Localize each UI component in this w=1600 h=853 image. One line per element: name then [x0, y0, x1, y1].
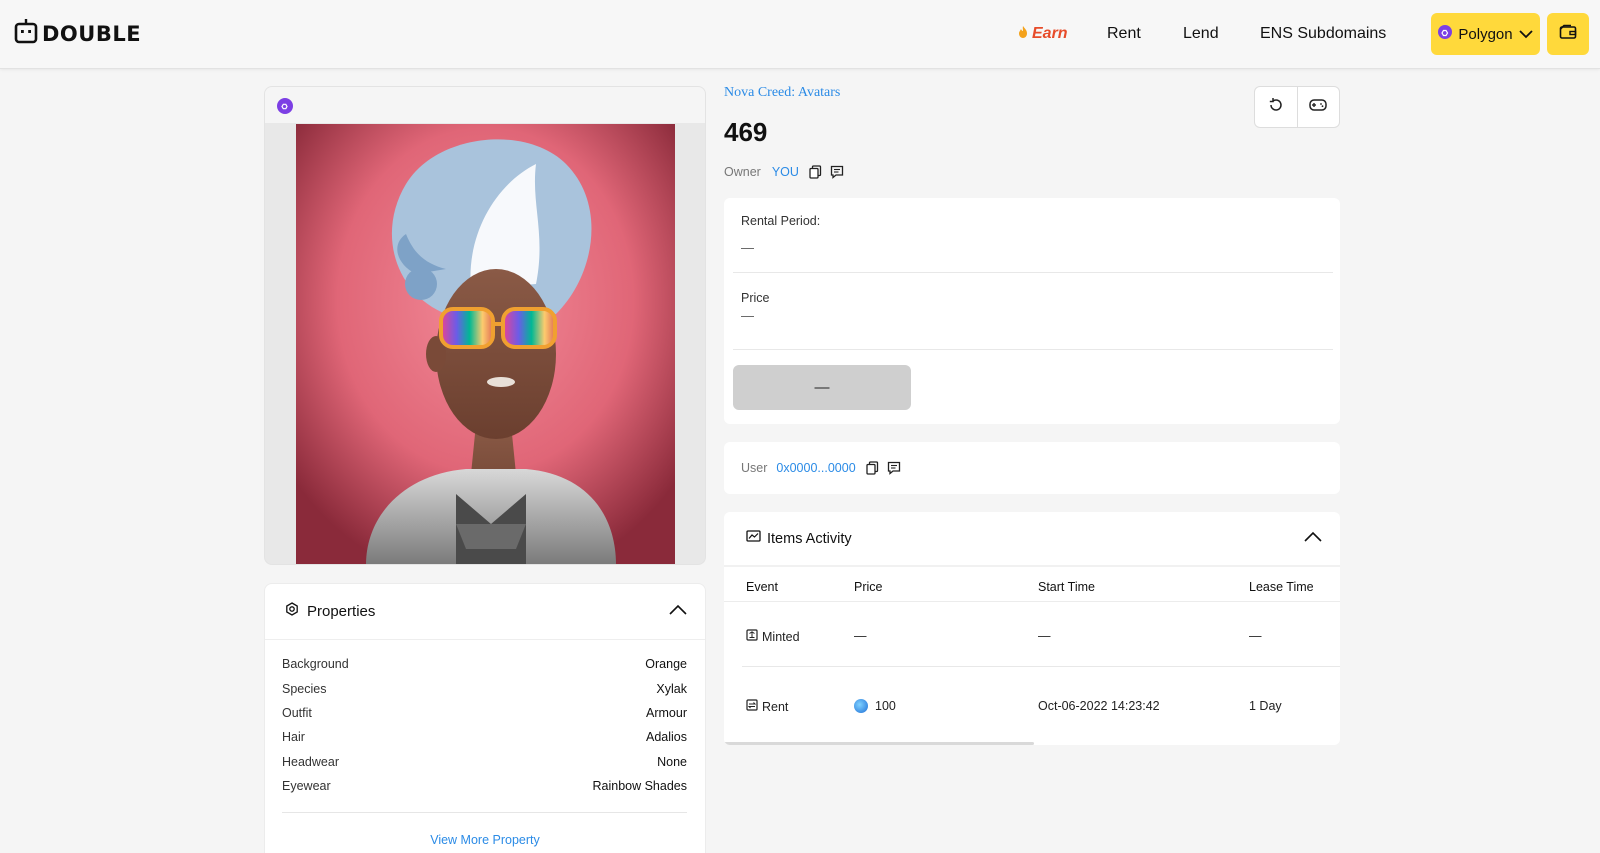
property-list: Background Orange Species Xylak Outfit A… — [265, 640, 705, 798]
property-key: Headwear — [282, 754, 339, 769]
event-label: Rent — [762, 699, 789, 714]
event-cell: Minted — [746, 629, 800, 644]
token-id: 469 — [724, 117, 768, 147]
refresh-icon — [1268, 97, 1284, 118]
property-row: Background Orange — [265, 652, 705, 676]
column-header-start-time: Start Time — [1038, 580, 1095, 594]
column-header-price: Price — [854, 580, 883, 594]
nft-tools — [1254, 86, 1340, 128]
price-value: — — [741, 308, 754, 323]
property-key: Outfit — [282, 705, 312, 720]
properties-divider — [282, 812, 687, 814]
fire-icon — [1016, 25, 1030, 44]
chevron-down-icon — [1518, 26, 1533, 43]
copy-icon[interactable] — [866, 461, 879, 475]
network-selector-button[interactable]: Polygon — [1431, 13, 1540, 55]
property-row: Species Xylak — [265, 676, 705, 700]
column-header-event: Event — [746, 580, 778, 594]
property-value: Adalios — [646, 730, 687, 745]
properties-title: Properties — [307, 603, 376, 620]
activity-chart-icon — [746, 529, 761, 548]
activity-title: Items Activity — [767, 530, 852, 547]
items-activity-card: Items Activity Event Price Start Time Le… — [724, 512, 1340, 745]
image-card-toolbar — [265, 87, 705, 123]
nav-earn[interactable]: Earn — [1016, 0, 1068, 68]
property-key: Background — [282, 657, 349, 672]
price-cell: — — [854, 629, 867, 643]
property-value: Orange — [645, 657, 687, 672]
message-icon[interactable] — [830, 165, 844, 179]
column-header-lease-time: Lease Time — [1249, 580, 1314, 594]
activity-header[interactable]: Items Activity — [724, 512, 1340, 567]
wallet-button[interactable] — [1547, 13, 1589, 55]
logo[interactable]: DOUBLE — [14, 18, 141, 49]
property-value: None — [657, 754, 687, 769]
polygon-chain-icon — [277, 98, 293, 114]
lease-time-cell: 1 Day — [1249, 699, 1282, 713]
chevron-up-icon[interactable] — [669, 603, 687, 621]
polygon-icon — [1438, 25, 1453, 43]
owner-value[interactable]: YOU — [772, 165, 799, 179]
collection-link[interactable]: Nova Creed: Avatars — [724, 85, 840, 101]
rent-swap-icon — [746, 699, 758, 714]
top-header: DOUBLE Earn Rent Lend ENS Subdomains Pol… — [0, 0, 1600, 69]
property-key: Hair — [282, 730, 305, 745]
properties-header[interactable]: Properties — [265, 584, 705, 640]
property-key: Eyewear — [282, 779, 331, 794]
property-value: Xylak — [656, 681, 687, 696]
properties-card: Properties Background Orange Species Xyl… — [264, 583, 706, 853]
property-key: Species — [282, 681, 327, 696]
robot-logo-icon — [14, 18, 38, 49]
user-label: User — [741, 461, 768, 475]
event-label: Minted — [762, 629, 800, 644]
rent-action-button[interactable]: — — [733, 365, 911, 410]
nav-lend[interactable]: Lend — [1183, 0, 1219, 68]
divider — [733, 272, 1333, 273]
view-more-property-link[interactable]: View More Property — [265, 833, 705, 847]
refresh-button[interactable] — [1255, 87, 1297, 127]
rental-period-value: — — [741, 240, 754, 255]
table-header-divider — [724, 601, 1340, 602]
nav-ens-subdomains[interactable]: ENS Subdomains — [1260, 0, 1386, 68]
game-button[interactable] — [1296, 87, 1340, 127]
price-cell: 100 — [854, 699, 896, 713]
property-row: Hair Adalios — [265, 725, 705, 749]
user-card: User 0x0000...0000 — [724, 442, 1340, 494]
divider — [733, 349, 1333, 350]
property-row: Headwear None — [265, 750, 705, 774]
owner-line: Owner YOU — [724, 165, 852, 179]
network-label: Polygon — [1458, 25, 1513, 43]
token-coin-icon — [854, 699, 868, 713]
nav-rent[interactable]: Rent — [1107, 0, 1141, 68]
start-time-cell: Oct-06-2022 14:23:42 — [1038, 699, 1160, 713]
settings-hexagon-icon — [285, 602, 299, 621]
rental-period-label: Rental Period: — [741, 214, 821, 228]
logo-text: DOUBLE — [42, 21, 142, 46]
row-divider — [742, 666, 1340, 667]
price-amount: 100 — [875, 699, 896, 713]
chevron-up-icon[interactable] — [1304, 530, 1322, 548]
property-row: Outfit Armour — [265, 701, 705, 725]
rental-card: Rental Period: — Price — — — [724, 198, 1340, 424]
lease-time-cell: — — [1249, 629, 1262, 643]
nft-image-card — [264, 86, 706, 565]
nft-avatar-image[interactable] — [296, 124, 675, 565]
user-address-link[interactable]: 0x0000...0000 — [776, 461, 855, 475]
event-cell: Rent — [746, 699, 788, 714]
message-icon[interactable] — [887, 461, 901, 475]
property-value: Armour — [646, 705, 687, 720]
owner-label: Owner — [724, 165, 761, 179]
minted-icon — [746, 629, 758, 644]
horizontal-scrollbar[interactable] — [724, 742, 1034, 745]
gamepad-icon — [1309, 98, 1327, 117]
nav-earn-label: Earn — [1032, 25, 1068, 42]
property-row: Eyewear Rainbow Shades — [265, 774, 705, 798]
start-time-cell: — — [1038, 629, 1051, 643]
price-label: Price — [741, 291, 770, 305]
property-value: Rainbow Shades — [592, 779, 687, 794]
copy-icon[interactable] — [809, 165, 822, 179]
wallet-icon — [1559, 24, 1577, 45]
